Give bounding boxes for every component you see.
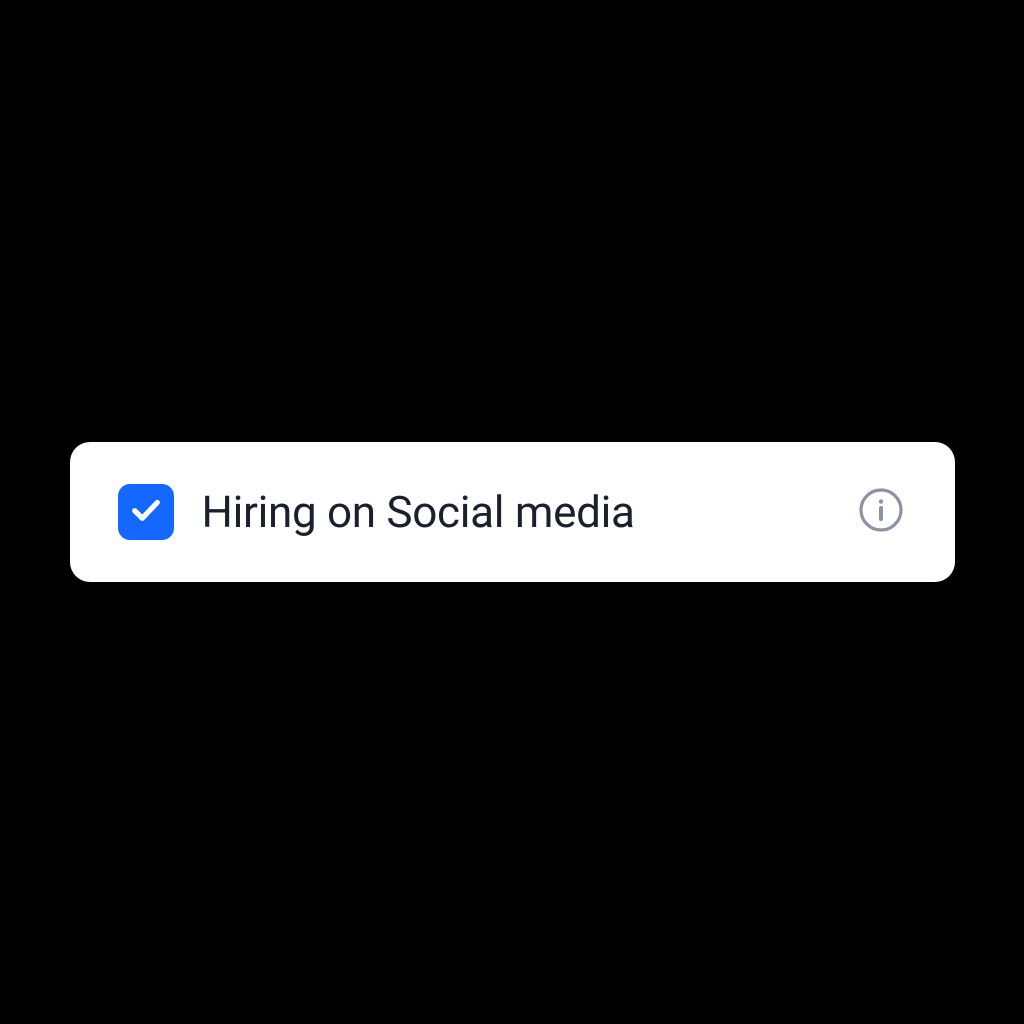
- option-label: Hiring on Social media: [202, 486, 827, 538]
- info-button[interactable]: [855, 486, 907, 538]
- info-icon: [857, 486, 905, 538]
- hiring-social-media-checkbox[interactable]: [118, 484, 174, 540]
- option-card: Hiring on Social media: [70, 442, 955, 582]
- checkmark-icon: [128, 492, 164, 532]
